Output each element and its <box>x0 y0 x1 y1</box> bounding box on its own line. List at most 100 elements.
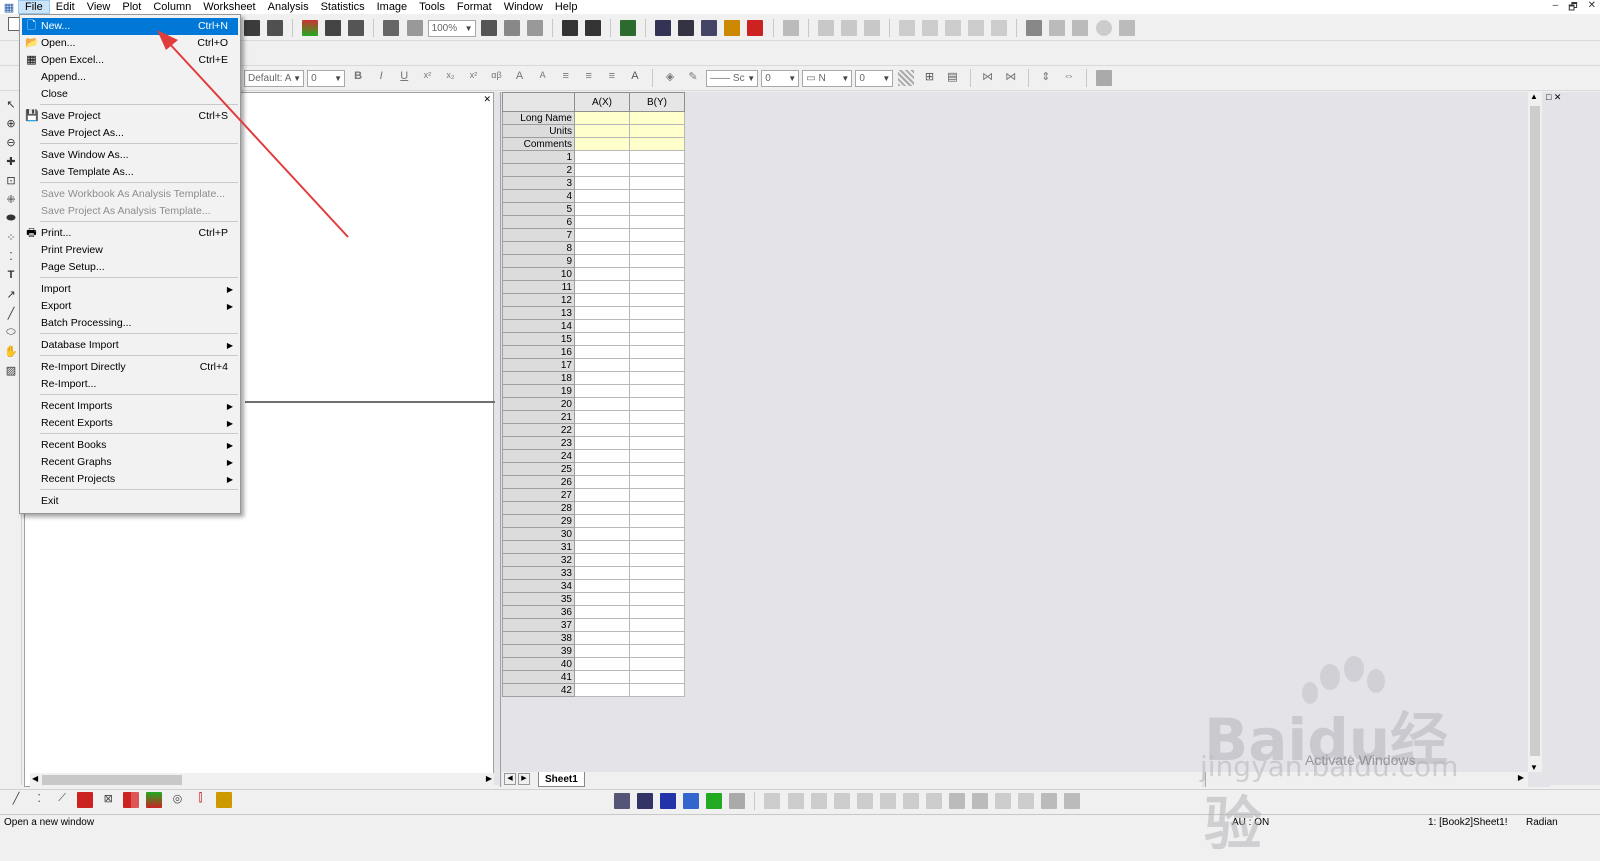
grid-cell[interactable] <box>629 423 685 437</box>
row-header[interactable]: 6 <box>502 215 575 229</box>
grid-cell[interactable] <box>574 124 630 138</box>
row-header[interactable]: 32 <box>502 553 575 567</box>
grid-cell[interactable] <box>574 566 630 580</box>
distribute-h-icon[interactable] <box>856 793 873 809</box>
row-header[interactable]: 11 <box>502 280 575 294</box>
grid-cell[interactable] <box>629 150 685 164</box>
grid-cell[interactable] <box>629 384 685 398</box>
graph-horizontal-scrollbar[interactable]: ◀ ▶ <box>30 773 494 787</box>
tab-sheet1[interactable]: Sheet1 <box>538 772 585 787</box>
new-notes-icon[interactable] <box>701 20 718 36</box>
app-grid-icon[interactable]: ▦ <box>0 0 18 14</box>
align-top-icon[interactable] <box>764 793 781 809</box>
grid-cell[interactable] <box>629 488 685 502</box>
italic-button[interactable]: I <box>373 70 389 86</box>
export-page-icon[interactable] <box>526 20 543 36</box>
worksheet-vertical-scrollbar[interactable]: ▲ ▼ <box>1528 92 1542 772</box>
layer-icon[interactable] <box>817 20 834 36</box>
border-width-combo[interactable]: 0 ▼ <box>855 69 894 87</box>
grid-cell[interactable] <box>629 345 685 359</box>
row-header[interactable]: 1 <box>502 150 575 164</box>
file-menu-item-re-import-directly[interactable]: Re-Import Directly Ctrl+4 <box>22 359 238 376</box>
file-menu-item-recent-exports[interactable]: Recent Exports ▶ <box>22 415 238 432</box>
grid-cell[interactable] <box>629 618 685 632</box>
align-center-icon[interactable]: ≡ <box>581 70 597 86</box>
greek-icon[interactable]: αβ <box>489 70 505 86</box>
code-builder-icon[interactable] <box>561 20 578 36</box>
row-header[interactable]: 40 <box>502 657 575 671</box>
column-header[interactable]: B(Y) <box>629 92 685 112</box>
file-menu-item-close[interactable]: Close <box>22 86 238 103</box>
grid-cell[interactable] <box>629 592 685 606</box>
decrease-font-icon[interactable]: A <box>535 70 551 86</box>
grid-cell[interactable] <box>574 163 630 177</box>
grid-cell[interactable] <box>629 462 685 476</box>
front-icon[interactable] <box>948 793 965 809</box>
new-matrix-icon[interactable] <box>678 20 695 36</box>
menu-format[interactable]: Format <box>451 0 498 14</box>
grid-cell[interactable] <box>574 579 630 593</box>
menu-statistics[interactable]: Statistics <box>315 0 371 14</box>
file-menu-item-save-workbook-as-analysis-template[interactable]: Save Workbook As Analysis Template... <box>22 186 238 203</box>
grid-cell[interactable] <box>574 228 630 242</box>
file-menu-item-database-import[interactable]: Database Import ▶ <box>22 337 238 354</box>
refresh-icon[interactable] <box>406 20 423 36</box>
row-header[interactable]: 10 <box>502 267 575 281</box>
area-plot-icon[interactable] <box>146 792 163 808</box>
grid-cell[interactable] <box>574 657 630 671</box>
tab-next-icon[interactable]: ▶ <box>518 773 530 785</box>
grid-cell[interactable] <box>574 332 630 346</box>
contour-icon[interactable] <box>706 793 723 809</box>
grid-cell[interactable] <box>629 644 685 658</box>
grid-cell[interactable] <box>629 111 685 125</box>
supersub-icon[interactable]: x² <box>465 70 481 86</box>
row-header[interactable]: 9 <box>502 254 575 268</box>
arrange-icon[interactable] <box>863 20 880 36</box>
scroll-up-icon[interactable]: ▲ <box>1530 92 1538 101</box>
grid-cell[interactable] <box>574 397 630 411</box>
shape-tool-icon[interactable]: ⬭ <box>2 326 20 342</box>
file-menu-item-page-setup[interactable]: Page Setup... <box>22 259 238 276</box>
grid-cell[interactable] <box>629 605 685 619</box>
borders-icon[interactable]: ⊞ <box>921 70 937 86</box>
import-wizard-icon[interactable] <box>302 20 319 36</box>
scroll-down-icon[interactable]: ▼ <box>1530 763 1538 772</box>
grid-cell[interactable] <box>574 176 630 190</box>
graph-window-close-icon[interactable]: ✕ <box>483 94 491 105</box>
menu-help[interactable]: Help <box>549 0 584 14</box>
same-height-icon[interactable] <box>1018 793 1035 809</box>
close-button[interactable]: ✕ <box>1588 0 1596 14</box>
duplicate-icon[interactable] <box>383 20 400 36</box>
grid-cell[interactable] <box>629 319 685 333</box>
grid-cell[interactable] <box>574 553 630 567</box>
grid-cell[interactable] <box>629 579 685 593</box>
row-header[interactable]: 22 <box>502 423 575 437</box>
region-select-icon[interactable]: ⬬ <box>2 212 20 228</box>
zoom-in-icon[interactable]: ⊕ <box>2 117 20 133</box>
row-header[interactable]: 27 <box>502 488 575 502</box>
row-header[interactable]: 31 <box>502 540 575 554</box>
row-header[interactable]: 42 <box>502 683 575 697</box>
grid-cell[interactable] <box>574 371 630 385</box>
grid-cell[interactable] <box>574 618 630 632</box>
menu-edit[interactable]: Edit <box>50 0 81 14</box>
axis-top-icon[interactable] <box>922 20 938 36</box>
grid-cell[interactable] <box>574 631 630 645</box>
grid-cell[interactable] <box>574 592 630 606</box>
row-header[interactable]: 13 <box>502 306 575 320</box>
grid-cell[interactable] <box>629 657 685 671</box>
annotation-icon[interactable]: ▨ <box>2 364 20 380</box>
file-menu-item-open-excel[interactable]: ▦ Open Excel... Ctrl+E <box>22 52 238 69</box>
grid-cell[interactable] <box>629 228 685 242</box>
file-menu-item-append[interactable]: Append... <box>22 69 238 86</box>
copy-page-icon[interactable] <box>503 20 520 36</box>
line-color-icon[interactable]: ✎ <box>685 70 701 86</box>
grid-cell[interactable] <box>574 319 630 333</box>
save-icon[interactable] <box>244 20 260 36</box>
row-header[interactable]: 14 <box>502 319 575 333</box>
row-header[interactable]: 15 <box>502 332 575 346</box>
distribute-v-icon[interactable] <box>879 793 896 809</box>
line-tool-icon[interactable]: ╱ <box>2 307 20 323</box>
results-log-icon[interactable] <box>584 20 601 36</box>
row-header[interactable]: 4 <box>502 189 575 203</box>
